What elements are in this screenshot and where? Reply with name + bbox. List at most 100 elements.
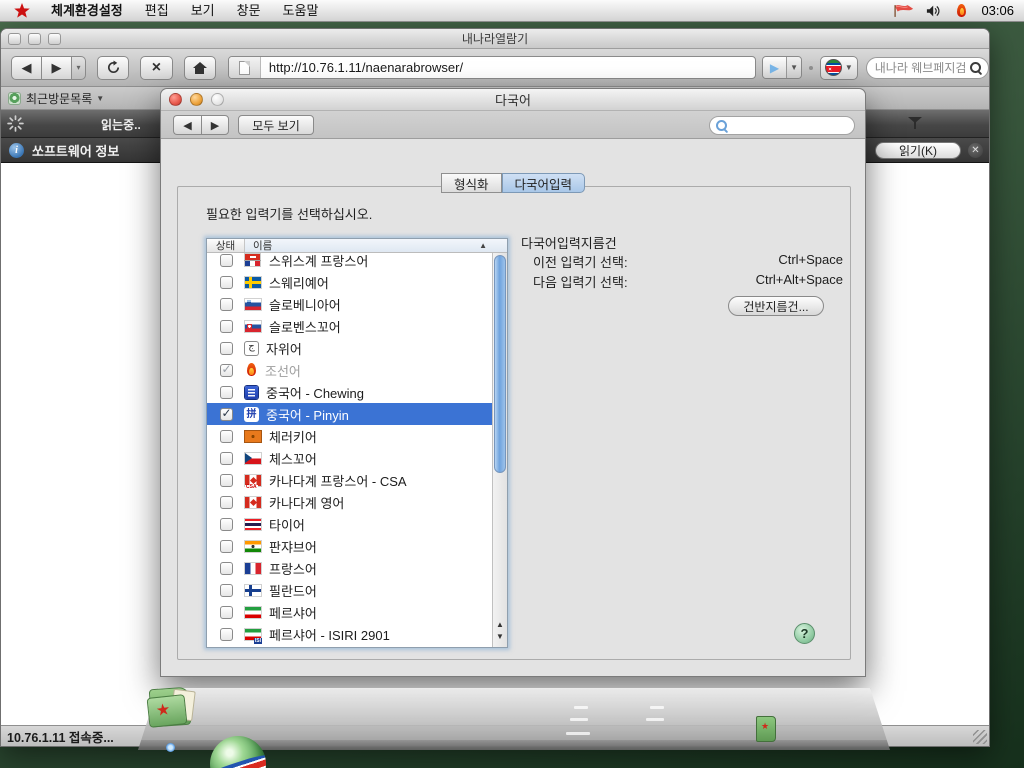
read-button[interactable]: 읽기(K) — [875, 142, 961, 159]
back-button[interactable]: ◀ — [11, 55, 41, 80]
dialog-title: 다국어 — [495, 93, 531, 108]
stop-button[interactable]: × — [140, 55, 173, 80]
language-checkbox[interactable] — [219, 495, 233, 509]
language-checkbox[interactable]: ✓ — [219, 362, 233, 377]
dialog-tab[interactable]: 형식화 — [440, 173, 502, 193]
red-star-logo-icon[interactable] — [14, 3, 30, 18]
dialog-tab[interactable]: 다국어입력 — [501, 173, 586, 193]
dialog-back-button[interactable]: ◀ — [173, 115, 201, 135]
table-header: 상태 이름 ▲ — [207, 239, 507, 253]
help-button[interactable]: ? — [794, 623, 815, 644]
table-row[interactable]: 프랑스어 — [207, 557, 492, 579]
language-flag-icon — [245, 320, 261, 332]
language-flag-icon — [245, 385, 258, 399]
menu-edit[interactable]: 편집 — [134, 0, 180, 22]
dock: ★ 7월 19 — [138, 686, 890, 768]
dialog-title-bar[interactable]: 다국어 — [161, 89, 865, 111]
menu-app-title[interactable]: 체계환경설정 — [40, 0, 134, 22]
dock-file-manager-icon[interactable]: ★ — [146, 680, 202, 732]
language-checkbox[interactable] — [219, 539, 233, 553]
resize-grip[interactable] — [973, 730, 987, 744]
language-checkbox[interactable] — [219, 605, 233, 619]
language-checkbox[interactable] — [219, 517, 233, 531]
web-search-input[interactable] — [874, 60, 975, 75]
web-search-field[interactable] — [865, 56, 989, 79]
menu-view[interactable]: 보기 — [180, 0, 226, 22]
scroll-up-arrow[interactable]: ▲ — [493, 619, 507, 631]
language-checkbox[interactable] — [219, 561, 233, 575]
language-flag-icon — [245, 298, 261, 310]
history-dropdown-button[interactable]: ▾ — [71, 55, 86, 80]
show-all-button[interactable]: 모두 보기 — [238, 115, 314, 135]
language-flag-icon — [245, 628, 262, 644]
go-button-group: ▶ ▼ — [761, 56, 802, 79]
language-checkbox[interactable] — [219, 429, 233, 443]
search-magnifier-icon[interactable] — [969, 61, 982, 74]
volume-icon[interactable] — [926, 4, 944, 18]
table-row[interactable]: 슬로벤스꼬어 — [207, 315, 492, 337]
menu-help[interactable]: 도움말 — [272, 0, 330, 22]
language-checkbox[interactable] — [219, 319, 233, 333]
language-checkbox[interactable] — [219, 473, 233, 487]
tab-loading-label[interactable]: 읽는중.. — [101, 116, 141, 133]
table-row[interactable]: 체러키어 — [207, 425, 492, 447]
language-checkbox[interactable] — [219, 627, 233, 641]
search-engine-button[interactable]: ▼ — [819, 55, 858, 80]
table-row[interactable]: 체스꼬어 — [207, 447, 492, 469]
keyboard-shortcuts-button[interactable]: 건반지름건... — [728, 296, 824, 316]
multilingual-dialog: 다국어 ◀ ▶ 모두 보기 형식화 다국어입력 필요한 입력기를 선택하십시오. — [160, 88, 866, 677]
tab-overflow-icon[interactable] — [907, 116, 925, 131]
language-checkbox[interactable] — [219, 341, 233, 355]
shortcut-label: 다음 입력기 선택: — [533, 275, 628, 290]
table-row[interactable]: 판쟈브어 — [207, 535, 492, 557]
scroll-down-arrow[interactable]: ▼ — [493, 631, 507, 643]
table-row[interactable]: 페르샤어 - ISIRI 2901 — [207, 623, 492, 645]
table-row[interactable]: 페르샤어 — [207, 601, 492, 623]
language-checkbox[interactable] — [219, 385, 233, 399]
language-checkbox[interactable] — [219, 275, 233, 289]
home-button[interactable] — [183, 55, 216, 80]
dialog-search-field[interactable] — [709, 116, 855, 135]
torch-indicator-icon[interactable] — [956, 3, 967, 18]
dialog-forward-button[interactable]: ▶ — [201, 115, 229, 135]
language-flag-icon — [245, 430, 261, 442]
url-input[interactable] — [260, 60, 755, 75]
language-flag-icon — [245, 518, 261, 530]
table-row[interactable]: 중국어 - Chewing — [207, 381, 492, 403]
naenara-globe-icon — [824, 59, 842, 76]
language-checkbox[interactable] — [219, 451, 233, 465]
table-row[interactable]: 자위어 — [207, 337, 492, 359]
table-row[interactable]: 슬로베니아어 — [207, 293, 492, 315]
column-header-status[interactable]: 상태 — [207, 239, 245, 252]
language-checkbox[interactable]: ✓ — [219, 406, 233, 421]
dialog-search-input[interactable] — [732, 118, 842, 133]
table-row[interactable]: 스웨리예어 — [207, 271, 492, 293]
table-row[interactable]: ✓ 중국어 - Pinyin — [207, 403, 492, 425]
table-row[interactable]: 필란드어 — [207, 579, 492, 601]
recent-bookmarks-dropdown-icon[interactable]: ▼ — [96, 94, 104, 103]
flag-indicator-icon[interactable] — [894, 4, 914, 18]
language-name: 페르샤어 - ISIRI 2901 — [269, 627, 390, 643]
language-checkbox[interactable] — [219, 583, 233, 597]
browser-title-bar[interactable]: 내나라열람기 — [1, 29, 989, 49]
recent-bookmarks-label[interactable]: 최근방문목록 — [26, 90, 92, 107]
language-checkbox[interactable] — [219, 297, 233, 311]
dock-documents-book-icon[interactable] — [756, 716, 776, 742]
go-button[interactable]: ▶ — [762, 57, 787, 78]
column-header-name[interactable]: 이름 ▲ — [245, 239, 507, 252]
language-checkbox[interactable] — [219, 253, 233, 267]
notification-close-icon[interactable]: ✕ — [968, 143, 983, 158]
table-scrollbar[interactable]: ▲ ▼ — [492, 253, 507, 647]
table-row[interactable]: 카나다계 프랑스어 - CSA — [207, 469, 492, 491]
table-row[interactable]: ✓ 조선어 — [207, 359, 492, 381]
forward-button[interactable]: ▶ — [41, 55, 71, 80]
table-row[interactable]: 타이어 — [207, 513, 492, 535]
address-bar[interactable] — [227, 56, 756, 79]
table-row[interactable]: 스위스계 프랑스어 — [207, 253, 492, 271]
scrollbar-thumb[interactable] — [494, 255, 506, 473]
go-dropdown-button[interactable]: ▼ — [786, 57, 801, 78]
menu-window[interactable]: 창문 — [226, 0, 272, 22]
reload-button[interactable] — [97, 55, 130, 80]
table-row[interactable]: 카나다계 영어 — [207, 491, 492, 513]
browser-toolbar: ◀ ▶ ▾ × ▶ ▼ ▼ — [1, 49, 989, 87]
